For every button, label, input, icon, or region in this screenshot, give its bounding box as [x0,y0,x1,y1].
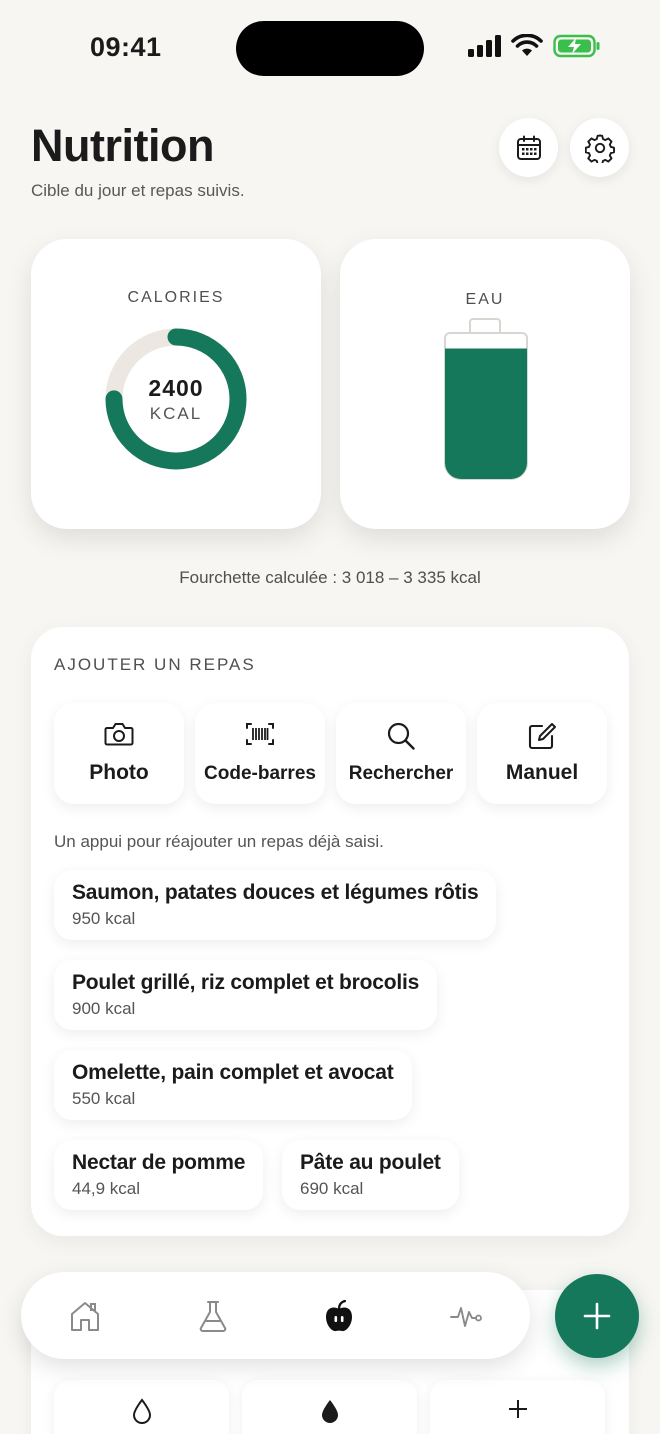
calorie-range: Fourchette calculée : 3 018 – 3 335 kcal [179,568,481,587]
meal-kcal: 900 kcal [72,999,136,1018]
gear-icon [584,134,615,163]
signal-icon [468,35,501,57]
add-fab-button[interactable] [555,1274,639,1358]
meal-name: Pâte au poulet [300,1151,441,1174]
calories-label: CALORIES [127,289,225,306]
recent-meal-chip[interactable]: Nectar de pomme 44,9 kcal [54,1140,264,1210]
tab-activity[interactable] [446,1296,486,1336]
meal-name: Omelette, pain complet et avocat [72,1061,394,1084]
settings-button[interactable] [570,118,629,177]
photo-label: Photo [89,761,149,784]
add-meal-panel: AJOUTER UN REPAS Photo Code-barres Reche… [31,627,629,1236]
water-large-button[interactable] [242,1380,417,1434]
tab-home[interactable] [65,1296,105,1336]
meal-name: Poulet grillé, riz complet et brocolis [72,971,420,994]
status-icons [467,34,601,58]
search-button[interactable]: Rechercher [336,703,466,804]
page-subtitle: Cible du jour et repas suivis. [31,181,245,200]
water-card[interactable]: EAU [340,239,630,529]
photo-button[interactable]: Photo [54,703,184,804]
pulse-icon [450,1307,482,1327]
water-small-button[interactable] [54,1380,229,1434]
meal-kcal: 44,9 kcal [72,1179,141,1198]
water-label: EAU [465,291,505,308]
dynamic-island [236,21,424,76]
drop-filled-icon [321,1400,338,1423]
calories-ring: 2400 KCAL [104,327,248,471]
drop-outline-icon [132,1398,151,1424]
meal-kcal: 690 kcal [300,1179,364,1198]
water-fill [445,348,527,479]
tab-nutrition[interactable] [319,1296,359,1336]
edit-icon [528,723,556,750]
search-icon [387,722,415,750]
flask-icon [199,1301,227,1332]
barcode-label: Code-barres [204,763,316,784]
meal-name: Saumon, patates douces et légumes rôtis [72,881,479,904]
plus-icon [583,1302,611,1330]
calories-card[interactable]: CALORIES 2400 KCAL [31,239,321,529]
meal-kcal: 950 kcal [72,909,136,928]
calories-value: 2400 [148,375,204,401]
plus-icon [508,1400,527,1418]
meal-kcal: 550 kcal [72,1089,136,1108]
calendar-icon [516,135,541,160]
barcode-icon [246,723,274,745]
camera-icon [104,723,134,746]
search-label: Rechercher [348,763,454,784]
recent-meals-hint: Un appui pour réajouter un repas déjà sa… [54,832,384,851]
manual-button[interactable]: Manuel [477,703,607,804]
tab-bar [21,1272,530,1359]
meal-name: Nectar de pomme [72,1151,246,1174]
battery-icon [553,34,600,58]
recent-meal-chip[interactable]: Poulet grillé, riz complet et brocolis 9… [54,960,438,1030]
apple-icon [326,1299,352,1332]
wifi-icon [511,34,543,56]
calories-unit: KCAL [149,404,203,423]
recent-meal-chip[interactable]: Pâte au poulet 690 kcal [282,1140,459,1210]
recent-meal-chip[interactable]: Saumon, patates douces et légumes rôtis … [54,870,497,940]
home-icon [71,1302,99,1331]
water-bottle [444,318,528,480]
manual-label: Manuel [505,761,579,784]
water-custom-button[interactable] [430,1380,605,1434]
tab-lab[interactable] [193,1296,233,1336]
status-time: 09:41 [90,32,162,62]
page-title: Nutrition [31,120,214,171]
add-meal-title: AJOUTER UN REPAS [54,655,256,674]
barcode-button[interactable]: Code-barres [195,703,325,804]
recent-meal-chip[interactable]: Omelette, pain complet et avocat 550 kca… [54,1050,412,1120]
calendar-button[interactable] [499,118,558,177]
